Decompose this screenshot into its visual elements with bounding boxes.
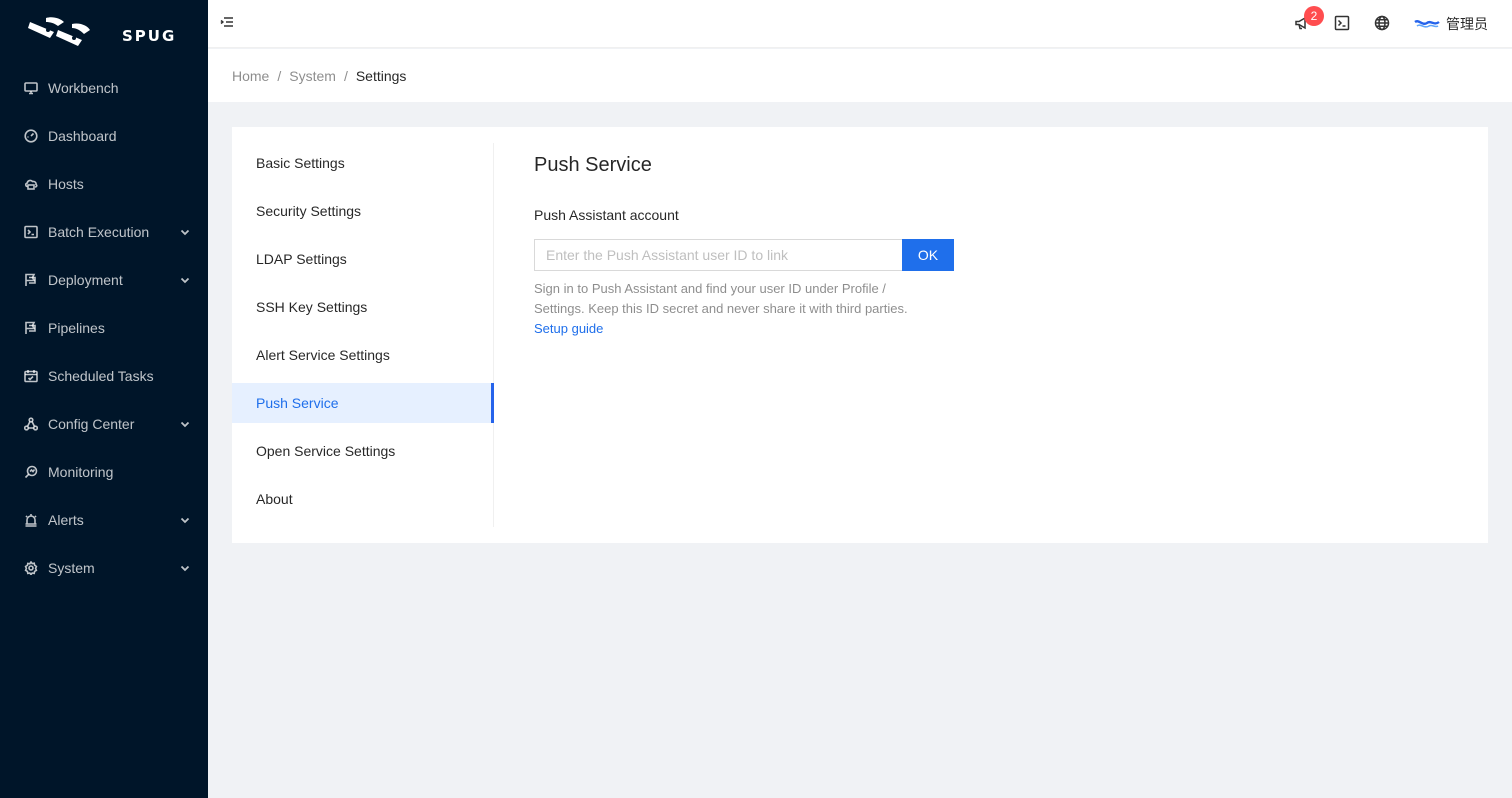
sidebar-item-pipelines[interactable]: Pipelines xyxy=(0,304,208,352)
settings-tab-security[interactable]: Security Settings xyxy=(232,191,493,231)
settings-menu: Basic Settings Security Settings LDAP Se… xyxy=(232,143,494,527)
help-text: Sign in to Push Assistant and find your … xyxy=(534,281,908,316)
panel-title: Push Service xyxy=(534,154,652,176)
dashboard-icon xyxy=(24,129,38,143)
sidebar: SPUG Workbench Dashboard Hosts Batch Exe… xyxy=(0,0,208,798)
settings-card: Basic Settings Security Settings LDAP Se… xyxy=(232,127,1488,543)
user-name: 管理员 xyxy=(1446,16,1488,32)
breadcrumb-home[interactable]: Home xyxy=(232,68,269,84)
sidebar-item-alerts[interactable]: Alerts xyxy=(0,496,208,544)
push-service-panel: Push Service Push Assistant account OK S… xyxy=(534,151,954,339)
chevron-down-icon xyxy=(180,272,190,288)
brand-name: SPUG xyxy=(122,27,177,45)
terminal-icon xyxy=(1334,15,1350,34)
flag-icon xyxy=(24,321,38,335)
menu-fold-button[interactable] xyxy=(208,0,246,48)
monitor-icon xyxy=(24,465,38,479)
flag-icon xyxy=(24,273,38,287)
sidebar-item-label: System xyxy=(48,560,95,576)
sidebar-item-label: Batch Execution xyxy=(48,224,150,240)
breadcrumb: Home / System / Settings xyxy=(208,49,1512,102)
sidebar-item-label: Scheduled Tasks xyxy=(48,368,154,384)
sidebar-item-scheduled-tasks[interactable]: Scheduled Tasks xyxy=(0,352,208,400)
setup-guide-link[interactable]: Setup guide xyxy=(534,319,934,339)
sidebar-item-hosts[interactable]: Hosts xyxy=(0,160,208,208)
menu-fold-icon xyxy=(220,15,234,32)
notification-badge: 2 xyxy=(1304,6,1324,26)
sidebar-item-label: Hosts xyxy=(48,176,84,192)
settings-tab-push-service[interactable]: Push Service xyxy=(232,383,494,423)
top-header: 2 管理员 xyxy=(208,0,1512,48)
breadcrumb-settings: Settings xyxy=(355,67,407,84)
sidebar-item-label: Workbench xyxy=(48,80,119,96)
sidebar-item-config-center[interactable]: Config Center xyxy=(0,400,208,448)
sidebar-item-label: Alerts xyxy=(48,512,84,528)
settings-tab-alert-service[interactable]: Alert Service Settings xyxy=(232,335,493,375)
breadcrumb-separator: / xyxy=(277,67,282,84)
code-icon xyxy=(24,225,38,239)
sidebar-item-deployment[interactable]: Deployment xyxy=(0,256,208,304)
sidebar-item-label: Dashboard xyxy=(48,128,117,144)
push-account-input-group: OK xyxy=(534,239,954,271)
cloud-server-icon xyxy=(24,177,38,191)
deployment-unit-icon xyxy=(24,417,38,431)
logo[interactable]: SPUG xyxy=(0,0,208,64)
push-user-id-input[interactable] xyxy=(534,239,902,271)
chevron-down-icon xyxy=(180,560,190,576)
globe-icon xyxy=(1374,15,1390,34)
terminal-button[interactable] xyxy=(1322,0,1362,48)
schedule-icon xyxy=(24,369,38,383)
sidebar-item-batch-execution[interactable]: Batch Execution xyxy=(0,208,208,256)
ok-button[interactable]: OK xyxy=(902,239,954,271)
sidebar-item-label: Deployment xyxy=(48,272,123,288)
logo-mark: SPUG xyxy=(28,16,176,48)
sidebar-item-system[interactable]: System xyxy=(0,544,208,592)
sidebar-menu: Workbench Dashboard Hosts Batch Executio… xyxy=(0,64,208,592)
header-actions: 2 管理员 xyxy=(1282,0,1488,48)
sidebar-item-label: Config Center xyxy=(48,416,135,432)
desktop-icon xyxy=(24,81,38,95)
spug-logo-icon xyxy=(28,17,90,46)
language-button[interactable] xyxy=(1362,0,1402,48)
settings-tab-about[interactable]: About xyxy=(232,479,493,519)
chevron-down-icon xyxy=(180,416,190,432)
sidebar-item-label: Pipelines xyxy=(48,320,105,336)
settings-tab-ssh-key[interactable]: SSH Key Settings xyxy=(232,287,493,327)
sidebar-item-label: Monitoring xyxy=(48,464,114,480)
sidebar-item-dashboard[interactable]: Dashboard xyxy=(0,112,208,160)
breadcrumb-system[interactable]: System xyxy=(289,68,336,84)
notification-button[interactable]: 2 xyxy=(1282,0,1324,48)
settings-tab-open-service[interactable]: Open Service Settings xyxy=(232,431,493,471)
chevron-down-icon xyxy=(180,512,190,528)
user-menu[interactable]: 管理员 xyxy=(1414,14,1488,34)
setting-icon xyxy=(24,561,38,575)
sidebar-item-workbench[interactable]: Workbench xyxy=(0,64,208,112)
settings-tab-ldap[interactable]: LDAP Settings xyxy=(232,239,493,279)
avatar xyxy=(1414,20,1440,28)
alert-icon xyxy=(24,513,38,527)
settings-tab-basic[interactable]: Basic Settings xyxy=(232,143,493,183)
sidebar-item-monitoring[interactable]: Monitoring xyxy=(0,448,208,496)
push-account-label: Push Assistant account xyxy=(534,207,679,223)
push-account-help: Sign in to Push Assistant and find your … xyxy=(534,279,934,339)
chevron-down-icon xyxy=(180,224,190,240)
breadcrumb-separator: / xyxy=(343,67,348,84)
